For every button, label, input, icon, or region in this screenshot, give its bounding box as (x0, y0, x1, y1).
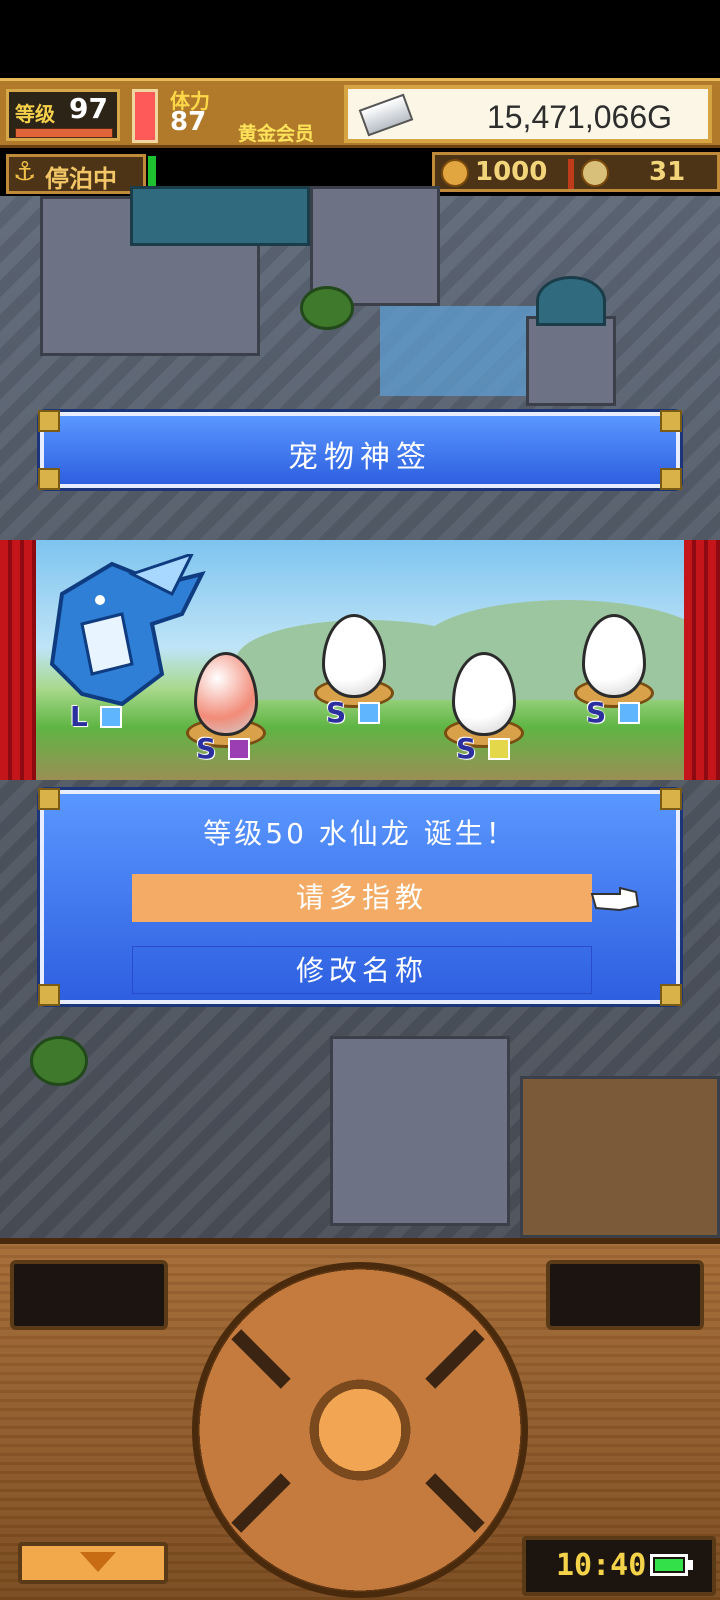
top-black-band (0, 0, 720, 78)
coin-icon (581, 159, 609, 187)
resource-divider (568, 159, 574, 189)
money-display[interactable]: 15,471,066G (344, 85, 712, 143)
pointing-hand-icon (590, 886, 640, 912)
corner-ornament (660, 410, 682, 432)
dpad-divider (425, 1473, 485, 1533)
corner-ornament (38, 788, 60, 810)
medal-icon (441, 159, 469, 187)
battery-tip (688, 1560, 693, 1570)
birth-dialog: 等级50 水仙龙 诞生！ 请多指教 修改名称 (38, 788, 682, 1006)
rename-button[interactable]: 修改名称 (132, 946, 592, 994)
level-value: 97 (69, 92, 108, 125)
dialog-message: 等级50 水仙龙 诞生！ (203, 817, 517, 850)
menu-toggle-button[interactable] (18, 1542, 168, 1584)
stamina-gauge (132, 89, 158, 143)
pet-stage: L S S S S (36, 540, 684, 780)
corner-ornament (660, 788, 682, 810)
egg-element-icon (618, 702, 640, 724)
tower-roof (536, 276, 606, 326)
left-curtain (0, 540, 36, 780)
corner-ornament (38, 468, 60, 490)
left-slot-button[interactable] (10, 1260, 168, 1330)
directional-pad[interactable] (192, 1262, 528, 1598)
level-label: 等级 (15, 102, 55, 126)
down-arrow-icon (80, 1552, 116, 1572)
water-dragon-sprite (49, 554, 206, 707)
controller-console: 10:40 (0, 1238, 720, 1600)
right-slot-button[interactable] (546, 1260, 704, 1330)
clock-display: 10:40 (522, 1536, 716, 1596)
battery-icon (650, 1554, 688, 1576)
corner-ornament (660, 468, 682, 490)
membership-badge: 黄金会员 (238, 123, 315, 145)
egg-rank: S (196, 732, 217, 765)
dock-status[interactable]: ⚓ 停泊中 (6, 154, 146, 194)
stamina-value: 87 (170, 107, 207, 137)
egg-rank: S (586, 696, 607, 729)
resource-bar: 1000 31 (432, 152, 720, 192)
anchor-icon: ⚓ (13, 157, 37, 187)
please-guide-me-button[interactable]: 请多指教 (132, 874, 592, 922)
round-tower (526, 316, 616, 406)
level-box: 等级 97 (6, 89, 120, 141)
egg-rank: S (456, 732, 477, 765)
dpad-divider (425, 1329, 485, 1389)
egg-element-icon (358, 702, 380, 724)
money-value: 15,471,066G (486, 99, 672, 135)
egg-element-icon (228, 738, 250, 760)
status-hud: 等级 97 体力 87 黄金会员 15,471,066G (0, 78, 720, 148)
tree (300, 286, 354, 330)
panel-title: 宠物神签 (288, 440, 432, 475)
title-panel: 宠物神签 (38, 410, 682, 490)
water-element-icon (100, 706, 122, 728)
silver-bar-icon (358, 93, 414, 137)
clock-time: 10:40 (556, 1548, 647, 1583)
resource-1-value: 1000 (475, 157, 548, 187)
corner-ornament (38, 984, 60, 1006)
resource-2-value: 31 (649, 157, 686, 187)
dragon-rank: L (70, 700, 88, 733)
corner-ornament (660, 984, 682, 1006)
right-curtain (684, 540, 720, 780)
egg-rank: S (326, 696, 347, 729)
wooden-deck (520, 1076, 720, 1238)
dock-status-label: 停泊中 (45, 165, 117, 193)
battery-level (655, 1559, 683, 1571)
dpad-divider (231, 1473, 291, 1533)
dpad-divider (231, 1329, 291, 1389)
egg-element-icon (488, 738, 510, 760)
corner-ornament (38, 410, 60, 432)
level-exp-bar (15, 128, 113, 138)
fort-building (330, 1036, 510, 1226)
house-roof (130, 186, 310, 246)
tree (30, 1036, 88, 1086)
